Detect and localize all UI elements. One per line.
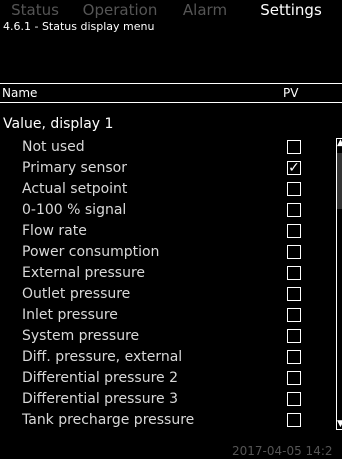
option-row[interactable]: External pressure bbox=[0, 264, 330, 285]
option-label: Differential pressure 3 bbox=[22, 391, 178, 407]
option-row[interactable]: Primary sensor ✓ bbox=[0, 159, 330, 180]
option-checkbox[interactable] bbox=[287, 350, 301, 364]
option-checkbox[interactable]: ✓ bbox=[287, 161, 301, 175]
option-row[interactable]: Flow rate bbox=[0, 222, 330, 243]
option-label: Actual setpoint bbox=[22, 181, 128, 197]
option-label: Differential pressure 2 bbox=[22, 370, 178, 386]
option-checkbox[interactable] bbox=[287, 287, 301, 301]
scroll-down-icon[interactable]: ▼ bbox=[337, 420, 342, 429]
option-label: Primary sensor bbox=[22, 160, 127, 176]
footer-timestamp: 2017-04-05 14:2 bbox=[232, 444, 333, 458]
option-row[interactable]: Outlet pressure bbox=[0, 285, 330, 306]
column-header-pv: PV bbox=[283, 86, 299, 100]
option-row[interactable]: Not used bbox=[0, 138, 330, 159]
option-checkbox[interactable] bbox=[287, 308, 301, 322]
option-checkbox[interactable] bbox=[287, 245, 301, 259]
option-label: Tank precharge pressure bbox=[22, 412, 195, 428]
tab-status[interactable]: Status bbox=[2, 0, 68, 21]
option-row[interactable]: Differential pressure 3 bbox=[0, 390, 330, 411]
option-checkbox[interactable] bbox=[287, 203, 301, 217]
scroll-up-icon[interactable]: ▲ bbox=[337, 139, 342, 148]
option-label: Inlet pressure bbox=[22, 307, 118, 323]
table-header: Name PV bbox=[0, 83, 342, 103]
option-row[interactable]: Inlet pressure bbox=[0, 306, 330, 327]
tab-bar: Status Operation Alarm Settings bbox=[0, 0, 342, 21]
tab-operation[interactable]: Operation bbox=[70, 0, 170, 21]
option-label: Flow rate bbox=[22, 223, 87, 239]
option-label: Outlet pressure bbox=[22, 286, 131, 302]
option-row[interactable]: Differential pressure 2 bbox=[0, 369, 330, 390]
option-row[interactable]: Power consumption bbox=[0, 243, 330, 264]
option-label: System pressure bbox=[22, 328, 140, 344]
option-label: Not used bbox=[22, 139, 85, 155]
option-checkbox[interactable] bbox=[287, 392, 301, 406]
scroll-thumb[interactable] bbox=[337, 153, 342, 209]
option-label: Diff. pressure, external bbox=[22, 349, 183, 365]
option-row[interactable]: System pressure bbox=[0, 327, 330, 348]
column-header-name: Name bbox=[2, 86, 38, 100]
option-checkbox[interactable] bbox=[287, 329, 301, 343]
scrollbar[interactable]: ▲ ▼ bbox=[336, 138, 342, 430]
option-checkbox[interactable] bbox=[287, 266, 301, 280]
option-label: Power consumption bbox=[22, 244, 160, 260]
checkmark-icon: ✓ bbox=[288, 160, 300, 176]
option-checkbox[interactable] bbox=[287, 182, 301, 196]
option-row[interactable]: Actual setpoint bbox=[0, 180, 330, 201]
option-checkbox[interactable] bbox=[287, 371, 301, 385]
option-label: External pressure bbox=[22, 265, 146, 281]
option-checkbox[interactable] bbox=[287, 413, 301, 427]
breadcrumb: 4.6.1 - Status display menu bbox=[3, 20, 155, 33]
option-row[interactable]: Diff. pressure, external bbox=[0, 348, 330, 369]
tab-alarm[interactable]: Alarm bbox=[172, 0, 238, 21]
option-checkbox[interactable] bbox=[287, 224, 301, 238]
group-label: Value, display 1 bbox=[3, 116, 114, 132]
option-checkbox[interactable] bbox=[287, 140, 301, 154]
option-row[interactable]: Tank precharge pressure bbox=[0, 411, 330, 432]
option-row[interactable]: 0-100 % signal bbox=[0, 201, 330, 222]
option-label: 0-100 % signal bbox=[22, 202, 127, 218]
tab-settings[interactable]: Settings bbox=[240, 0, 342, 21]
